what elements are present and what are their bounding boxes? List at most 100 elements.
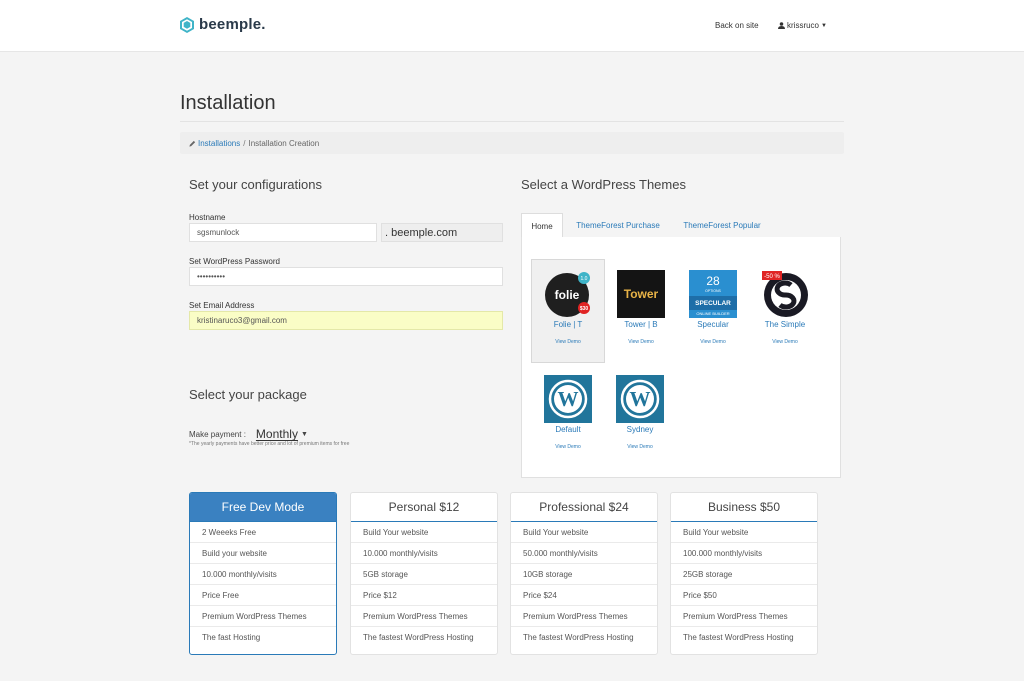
plan-feature: Price Free — [190, 585, 336, 606]
specular-thumb-num: 28 — [706, 274, 720, 288]
user-icon — [778, 22, 785, 29]
hostname-label: Hostname — [189, 213, 226, 222]
specular-thumb-small: OPTIONS — [705, 289, 721, 293]
theme-tabs: Home ThemeForest Purchase ThemeForest Po… — [521, 213, 841, 239]
pencil-icon — [189, 140, 196, 147]
email-input[interactable]: kristinaruco3@gmail.com — [189, 311, 503, 330]
plan-feature: The fast Hosting — [202, 633, 261, 642]
specular-thumb: 28 OPTIONS SPECULAR ONLINE BUILDER — [689, 270, 737, 318]
username: krissruco — [787, 21, 820, 30]
plan-title: Business $50 — [671, 493, 817, 522]
view-demo-link[interactable]: View Demo — [677, 339, 749, 345]
plan-feature: Price $24 — [511, 585, 657, 606]
plan-feature: Premium WordPress Themes — [351, 606, 497, 627]
specular-thumb-sub: ONLINE BUILDER — [696, 311, 729, 316]
plan-card-professional[interactable]: Professional $24 Build Your website 50.0… — [510, 492, 658, 655]
plan-feature: Build your website — [190, 543, 336, 564]
plan-feature: 10GB storage — [511, 564, 657, 585]
plan-feature: Premium WordPress Themes — [190, 606, 336, 627]
breadcrumb-installations-link[interactable]: Installations — [198, 139, 240, 148]
theme-card-sydney[interactable]: W Sydney View Demo — [604, 375, 676, 450]
theme-card-the-simple[interactable]: -50 % The Simple View Demo — [749, 270, 821, 345]
theme-name: Default — [555, 425, 581, 434]
plan-feature: 2 Weeeks Free — [190, 522, 336, 543]
themes-panel: folie 1.0 $30 Folie | T View Demo Tower … — [521, 237, 841, 478]
theme-card-folie[interactable]: folie 1.0 $30 Folie | T View Demo — [531, 259, 605, 363]
plan-feature: Build Your website — [671, 522, 817, 543]
password-label: Set WordPress Password — [189, 257, 280, 266]
configurations-heading: Set your configurations — [189, 177, 322, 192]
theme-name: Tower | B — [624, 320, 658, 329]
plan-feature: 5GB storage — [351, 564, 497, 585]
tower-thumb-text: Tower — [624, 287, 659, 301]
logo[interactable]: beemple. — [180, 16, 266, 33]
plan-feature: 10.000 monthly/visits — [351, 543, 497, 564]
plan-feature: Premium WordPress Themes — [671, 606, 817, 627]
view-demo-link[interactable]: View Demo — [604, 444, 676, 450]
plan-feature: 25GB storage — [671, 564, 817, 585]
view-demo-link[interactable]: View Demo — [532, 339, 604, 345]
svg-text:W: W — [558, 387, 579, 411]
simple-discount-badge: -50 % — [764, 274, 780, 280]
folie-thumb: folie 1.0 $30 — [545, 272, 590, 317]
theme-card-tower[interactable]: Tower Tower | B View Demo — [605, 270, 677, 345]
payment-period-select[interactable]: Monthly — [256, 427, 298, 441]
theme-card-specular[interactable]: 28 OPTIONS SPECULAR ONLINE BUILDER Specu… — [677, 270, 749, 345]
folie-price-badge: $30 — [580, 306, 589, 312]
theme-name: Sydney — [626, 425, 654, 434]
plan-feature: Price $50 — [671, 585, 817, 606]
domain-suffix: . beemple.com — [381, 223, 503, 242]
theme-name: Folie | T — [553, 320, 583, 329]
logo-text: beemple. — [199, 16, 266, 33]
plan-feature: Build Your website — [351, 522, 497, 543]
title-divider — [180, 121, 844, 122]
theme-card-default[interactable]: W Default View Demo — [532, 375, 604, 450]
package-heading: Select your package — [189, 387, 307, 402]
user-menu[interactable]: krissruco ▼ — [778, 21, 827, 30]
themes-heading: Select a WordPress Themes — [521, 177, 686, 192]
plan-card-free-dev[interactable]: Free Dev Mode 2 Weeeks Free Build your w… — [189, 492, 337, 655]
breadcrumb-current: Installation Creation — [248, 138, 320, 148]
tab-themeforest-popular[interactable]: ThemeForest Popular — [675, 213, 769, 238]
tower-thumb: Tower — [617, 270, 665, 318]
payment-label: Make payment : — [189, 429, 246, 439]
tab-themeforest-purchase[interactable]: ThemeForest Purchase — [567, 213, 669, 238]
simple-thumb: -50 % — [762, 271, 808, 317]
page-title: Installation — [180, 92, 276, 114]
password-input[interactable]: •••••••••• — [189, 267, 503, 286]
folie-thumb-text: folie — [555, 288, 580, 302]
theme-name: Specular — [697, 320, 729, 329]
caret-down-icon: ▼ — [300, 430, 308, 438]
view-demo-link[interactable]: View Demo — [532, 444, 604, 450]
plan-feature: The fastest WordPress Hosting — [523, 633, 634, 642]
plan-card-business[interactable]: Business $50 Build Your website 100.000 … — [670, 492, 818, 655]
theme-name: The Simple — [764, 320, 806, 329]
view-demo-link[interactable]: View Demo — [749, 339, 821, 345]
wordpress-icon: W — [544, 375, 592, 423]
view-demo-link[interactable]: View Demo — [605, 339, 677, 345]
tab-home[interactable]: Home — [521, 213, 563, 239]
plan-title: Personal $12 — [351, 493, 497, 522]
plan-feature: Build Your website — [511, 522, 657, 543]
plan-feature: The fastest WordPress Hosting — [683, 633, 794, 642]
caret-down-icon: ▼ — [821, 22, 827, 29]
email-label: Set Email Address — [189, 301, 255, 310]
cube-logo-icon — [180, 16, 194, 33]
top-navbar: beemple. Back on site krissruco ▼ — [0, 0, 1024, 52]
folie-version-badge: 1.0 — [581, 276, 588, 282]
payment-note: *The yearly payments have better price a… — [189, 441, 350, 447]
breadcrumb-separator: / — [243, 138, 246, 148]
wordpress-icon: W — [616, 375, 664, 423]
svg-text:W: W — [630, 387, 651, 411]
plan-title: Professional $24 — [511, 493, 657, 522]
plan-feature: 50.000 monthly/visits — [511, 543, 657, 564]
plan-feature: Premium WordPress Themes — [511, 606, 657, 627]
hostname-input[interactable]: sgsmunlock — [189, 223, 377, 242]
plan-feature: Price $12 — [351, 585, 497, 606]
back-on-site-link[interactable]: Back on site — [715, 21, 759, 30]
plan-title: Free Dev Mode — [190, 493, 336, 522]
plan-feature: 10.000 monthly/visits — [190, 564, 336, 585]
plan-feature: 100.000 monthly/visits — [671, 543, 817, 564]
plan-card-personal[interactable]: Personal $12 Build Your website 10.000 m… — [350, 492, 498, 655]
plan-feature: The fastest WordPress Hosting — [363, 633, 474, 642]
